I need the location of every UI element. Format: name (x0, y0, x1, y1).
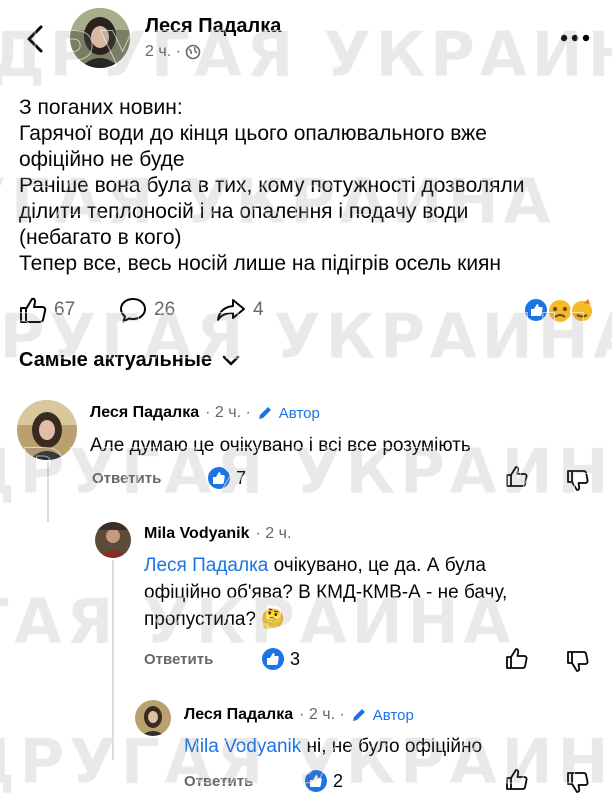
mention-link[interactable]: Mila Vodyanik (184, 736, 301, 757)
comment-likes: 7 (208, 467, 246, 489)
comment-text: Mila Vodyanik ні, не було офіційно (184, 736, 483, 757)
comment-likes: 2 (305, 770, 343, 792)
avatar[interactable] (95, 522, 131, 558)
comment-author[interactable]: Леся Падалка (90, 404, 199, 422)
thumbs-down-icon (567, 470, 589, 491)
comment-author[interactable]: Mila Vodyanik (144, 525, 250, 543)
post-line: Раніше вона була в тих, кому потужності … (19, 174, 525, 197)
comment-like-button[interactable] (505, 768, 529, 797)
comment-likes-count: 2 (333, 770, 344, 791)
avatar[interactable] (17, 400, 77, 460)
post-line: офіційно не буде (19, 148, 185, 171)
reaction-icons (523, 297, 594, 324)
thumbs-down-icon (567, 772, 589, 793)
likes-count: 67 (54, 299, 76, 320)
comment-likes-count: 7 (236, 467, 247, 488)
post-line: ділити теплоносій і на опалення і подачу… (19, 200, 469, 223)
reaction-summary[interactable] (522, 295, 594, 325)
comment-dislike-button[interactable] (566, 468, 590, 497)
sort-dropdown[interactable]: Самые актуальные (19, 349, 240, 372)
post-line: (небагато в кого) (19, 226, 182, 249)
comment-dislike-button[interactable] (566, 770, 590, 799)
thread-line (112, 560, 114, 760)
like-badge-icon (262, 648, 284, 670)
pencil-icon (258, 407, 271, 419)
comment-time: · 2 ч. (255, 525, 292, 542)
comment-text: Леся Падалка очікувано, це да. А була оф… (144, 555, 508, 630)
comment-header: Mila Vodyanik · 2 ч. (144, 525, 291, 543)
back-button[interactable] (20, 22, 50, 56)
share-action[interactable]: 4 (215, 296, 264, 324)
sort-label: Самые актуальные (19, 349, 213, 371)
thumbs-up-icon (506, 648, 528, 669)
comment-header: Леся Падалка · 2 ч. · Автор (184, 706, 414, 724)
post-time: 2 ч. · (145, 43, 201, 61)
more-dots-icon (560, 34, 590, 42)
like-badge-icon (305, 770, 327, 792)
chevron-down-icon (222, 355, 240, 365)
comment-like-button[interactable] (505, 465, 529, 494)
pencil-icon (352, 709, 365, 721)
shares-count: 4 (253, 299, 264, 320)
comment-dislike-button[interactable] (566, 649, 590, 678)
comment-likes-count: 3 (290, 648, 301, 669)
like-action[interactable]: 67 (18, 296, 75, 324)
comment-action[interactable]: 26 (118, 296, 175, 324)
post-author[interactable]: Леся Падалка (145, 15, 281, 38)
avatar[interactable] (135, 700, 171, 736)
reply-button[interactable]: Ответить (144, 651, 213, 668)
comments-count: 26 (154, 299, 176, 320)
author-badge: Автор (278, 404, 320, 422)
comment-likes: 3 (262, 648, 300, 670)
post-text: З поганих новин: Гарячої води до кінця ц… (19, 95, 599, 277)
thumbs-up-icon (506, 466, 528, 487)
like-badge-icon (208, 467, 230, 489)
comment-text: Але думаю це очікувано і всі все розумію… (90, 435, 471, 456)
comment-icon (120, 298, 146, 323)
comment-header: Леся Падалка · 2 ч. · Автор (90, 404, 320, 422)
chevron-left-icon (27, 25, 43, 53)
post-line: Тепер все, весь носій лише на підігрів о… (19, 252, 502, 275)
thumbs-down-icon (567, 651, 589, 672)
more-options-button[interactable] (556, 28, 596, 48)
reply-button[interactable]: Ответить (92, 470, 161, 487)
comment-time: · 2 ч. · (299, 706, 345, 723)
thumbs-up-icon (506, 769, 528, 790)
share-icon (217, 299, 245, 321)
post-line: Гарячої води до кінця цього опалювальног… (19, 122, 487, 145)
thumbs-up-icon (20, 297, 47, 323)
comment-like-button[interactable] (505, 647, 529, 676)
avatar[interactable] (70, 8, 130, 68)
mention-link[interactable]: Леся Падалка (144, 555, 268, 576)
thread-line (47, 462, 49, 522)
comment-author[interactable]: Леся Падалка (184, 706, 293, 724)
reply-button[interactable]: Ответить (184, 773, 253, 790)
globe-icon (185, 44, 201, 60)
post-line: З поганих новин: (19, 96, 183, 119)
comment-time: · 2 ч. · (205, 404, 251, 421)
author-badge: Автор (372, 706, 414, 724)
